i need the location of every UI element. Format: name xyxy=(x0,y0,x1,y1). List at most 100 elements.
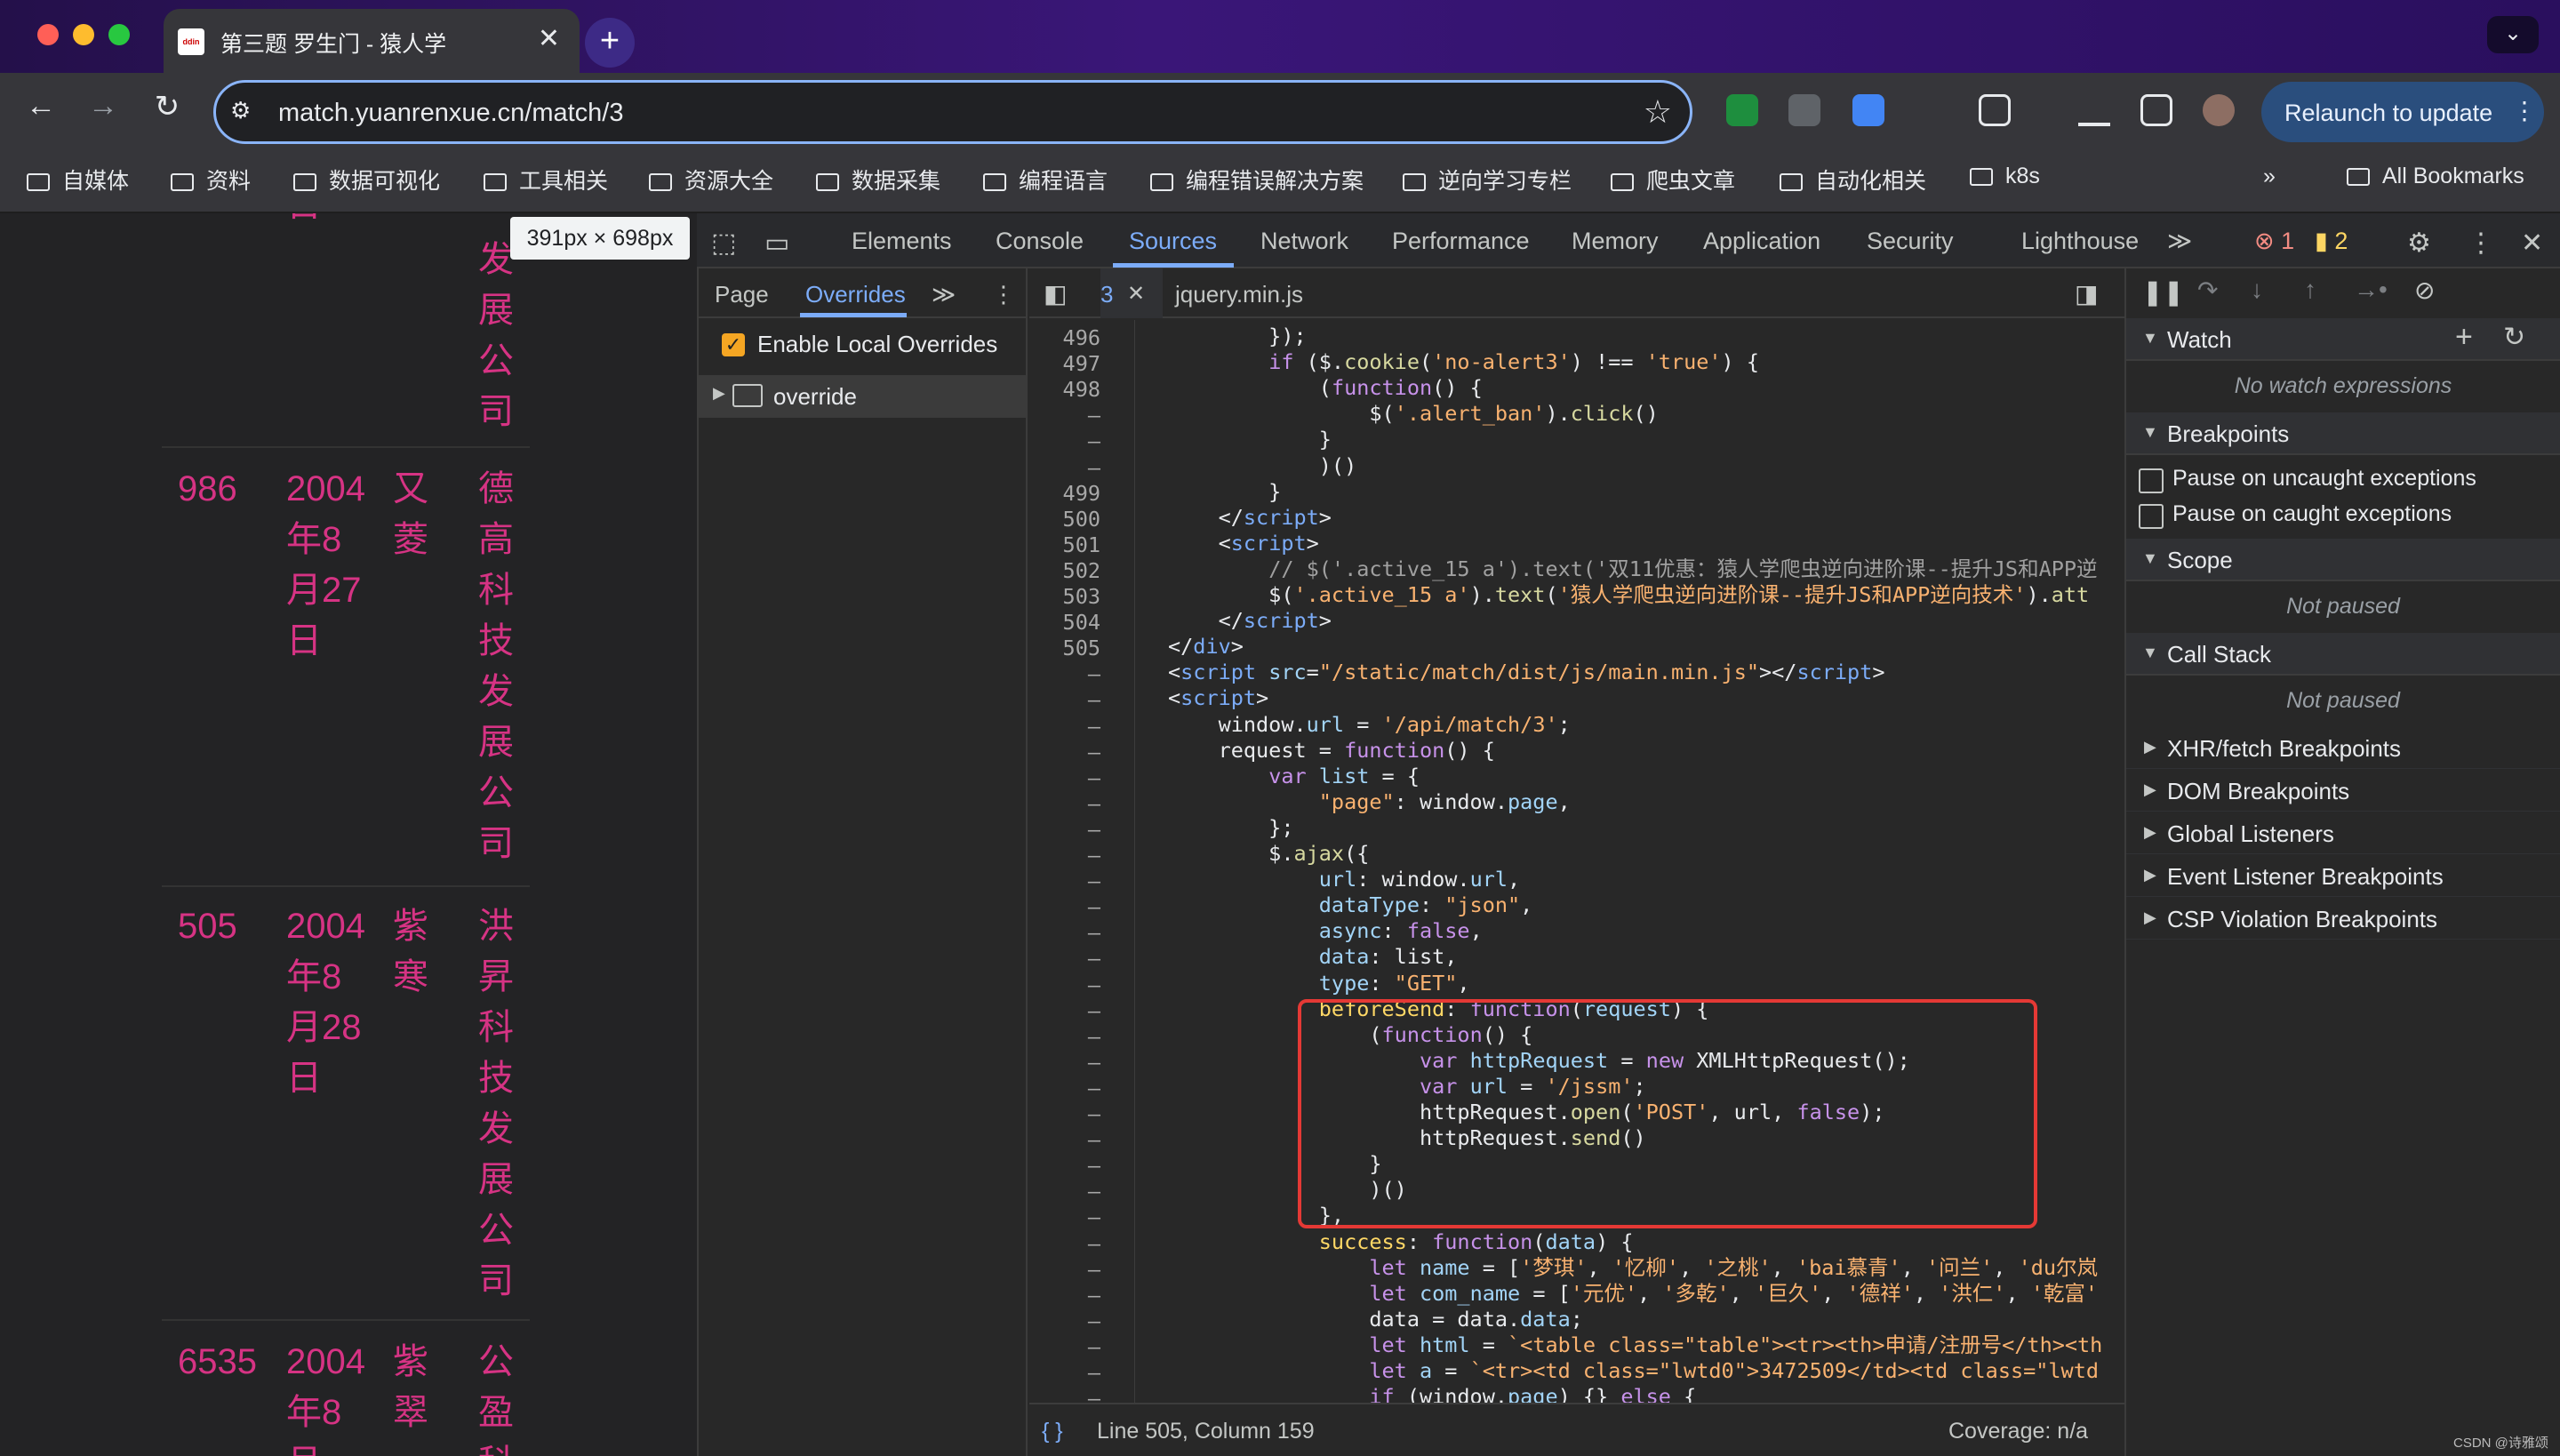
line-number[interactable]: – xyxy=(1029,1153,1100,1178)
add-watch-icon[interactable]: + xyxy=(2455,320,2473,355)
bookmark-folder[interactable]: 爬虫文章 xyxy=(1611,164,1735,196)
xhr-breakpoints-section[interactable]: ▶ XHR/fetch Breakpoints xyxy=(2126,727,2560,769)
reload-icon[interactable]: ↻ xyxy=(149,89,185,124)
browser-tab[interactable]: ddin 第三题 罗生门 - 猿人学 ✕ xyxy=(164,9,580,73)
global-listeners-section[interactable]: ▶ Global Listeners xyxy=(2126,812,2560,854)
url-text[interactable]: match.yuanrenxue.cn/match/3 xyxy=(278,99,623,128)
code-line[interactable]: } xyxy=(1168,427,1332,452)
editor-tab-jquery[interactable]: jquery.min.js xyxy=(1175,281,1303,308)
code-line[interactable]: if (window.page) {} else { xyxy=(1168,1384,1696,1403)
dom-breakpoints-section[interactable]: ▶ DOM Breakpoints xyxy=(2126,770,2560,812)
breakpoints-section-header[interactable]: ▼ Breakpoints xyxy=(2126,412,2560,455)
code-line[interactable]: let com_name = ['元优', '多乾', '巨久', '德祥', … xyxy=(1168,1281,2098,1307)
line-number[interactable]: – xyxy=(1029,1024,1100,1049)
devtools-menu-icon[interactable]: ⋮ xyxy=(2468,228,2494,259)
editor-tab-active[interactable]: 3 ✕ xyxy=(1100,268,1163,318)
enable-overrides-checkbox[interactable]: ✓ xyxy=(722,333,745,356)
line-number[interactable]: – xyxy=(1029,403,1100,428)
line-number[interactable]: – xyxy=(1029,791,1100,816)
pause-uncaught-checkbox[interactable] xyxy=(2139,468,2164,493)
code-line[interactable]: <script src="/static/match/dist/js/main.… xyxy=(1168,660,1885,685)
line-number[interactable]: 501 xyxy=(1029,532,1100,557)
watch-section-header[interactable]: ▼ Watch + ↻ xyxy=(2126,318,2560,361)
side-panel-icon[interactable] xyxy=(2140,94,2172,126)
line-number[interactable]: – xyxy=(1029,843,1100,868)
tab-application[interactable]: Application xyxy=(1703,228,1820,255)
line-number[interactable]: – xyxy=(1029,1334,1100,1359)
line-number[interactable]: – xyxy=(1029,1204,1100,1229)
relaunch-to-update-button[interactable]: Relaunch to update ⋮ xyxy=(2261,82,2544,142)
download-icon[interactable] xyxy=(2078,94,2110,126)
bookmark-folder[interactable]: 数据采集 xyxy=(816,164,940,196)
tab-elements[interactable]: Elements xyxy=(852,228,952,255)
tab-page[interactable]: Page xyxy=(715,281,769,308)
pause-icon[interactable]: ❚❚ xyxy=(2142,277,2184,307)
code-line[interactable]: let html = `<table class="table"><tr><th… xyxy=(1168,1332,2102,1358)
inspect-element-icon[interactable]: ⬚ xyxy=(711,228,736,259)
line-number[interactable]: – xyxy=(1029,740,1100,764)
line-number[interactable]: – xyxy=(1029,1101,1100,1126)
profile-avatar[interactable] xyxy=(2203,94,2235,126)
line-number[interactable]: – xyxy=(1029,998,1100,1023)
pause-caught-checkbox[interactable] xyxy=(2139,504,2164,529)
code-line[interactable]: </script> xyxy=(1168,608,1332,634)
line-number[interactable]: – xyxy=(1029,1386,1100,1403)
code-line[interactable]: // $('.active_15 a').text('双11优惠：猿人学爬虫逆向… xyxy=(1168,556,2097,582)
code-line[interactable]: url: window.url, xyxy=(1168,867,1520,892)
line-number[interactable]: – xyxy=(1029,1257,1100,1282)
bookmarks-overflow-button[interactable]: » xyxy=(2263,164,2276,189)
tab-search-button[interactable]: ⌄ xyxy=(2487,16,2539,53)
device-toolbar-icon[interactable]: ▭ xyxy=(764,228,789,259)
shield-extension-icon[interactable] xyxy=(1726,94,1758,126)
code-line[interactable]: data: list, xyxy=(1168,944,1458,970)
code-line[interactable]: success: function(data) { xyxy=(1168,1229,1634,1255)
more-vert-icon[interactable]: ⋮ xyxy=(2512,96,2537,125)
step-out-icon[interactable]: ↑ xyxy=(2304,276,2316,304)
line-number[interactable]: 505 xyxy=(1029,636,1100,660)
code-line[interactable]: $.ajax({ xyxy=(1168,841,1369,867)
bookmark-folder[interactable]: 编程错误解决方案 xyxy=(1150,164,1364,196)
bookmark-folder[interactable]: 数据可视化 xyxy=(293,164,440,196)
tab-performance[interactable]: Performance xyxy=(1392,228,1530,255)
code-line[interactable]: </script> xyxy=(1168,505,1332,531)
code-line[interactable]: type: "GET", xyxy=(1168,971,1470,996)
line-number[interactable]: – xyxy=(1029,972,1100,997)
toggle-debugger-icon[interactable]: ◨ xyxy=(2075,279,2098,308)
settings-gear-icon[interactable]: ⚙ xyxy=(2407,228,2431,259)
line-number[interactable]: – xyxy=(1029,868,1100,893)
line-number[interactable]: 504 xyxy=(1029,610,1100,635)
step-into-icon[interactable]: ↓ xyxy=(2251,276,2263,304)
minimize-window-button[interactable] xyxy=(73,24,94,45)
line-number[interactable]: – xyxy=(1029,661,1100,686)
code-line[interactable]: window.url = '/api/match/3'; xyxy=(1168,712,1571,738)
code-line[interactable]: </div> xyxy=(1168,634,1244,660)
line-number[interactable]: – xyxy=(1029,920,1100,945)
bookmark-star-icon[interactable]: ☆ xyxy=(1644,93,1672,131)
code-editor[interactable]: 496 497 498– – –499 500 501 502 503 504 505– – – – – – –… xyxy=(1029,320,2124,1403)
event-listener-breakpoints-section[interactable]: ▶ Event Listener Breakpoints xyxy=(2126,855,2560,897)
close-window-button[interactable] xyxy=(37,24,59,45)
new-tab-button[interactable]: + xyxy=(585,18,635,68)
scope-section-header[interactable]: ▼ Scope xyxy=(2126,539,2560,581)
bookmark-folder[interactable]: 自动化相关 xyxy=(1780,164,1926,196)
close-devtools-icon[interactable]: ✕ xyxy=(2521,228,2543,259)
refresh-watch-icon[interactable]: ↻ xyxy=(2503,322,2525,353)
code-line[interactable]: request = function() { xyxy=(1168,738,1495,764)
code-line[interactable]: (function() { xyxy=(1168,375,1483,401)
line-number[interactable]: – xyxy=(1029,765,1100,790)
expand-triangle-icon[interactable]: ▶ xyxy=(713,384,725,403)
deactivate-breakpoints-icon[interactable]: ⊘ xyxy=(2414,276,2435,305)
toggle-navigator-icon[interactable]: ◧ xyxy=(1044,279,1067,308)
warning-count-badge[interactable]: ▮ 2 xyxy=(2315,228,2348,255)
code-line[interactable]: if ($.cookie('no-alert3') !== 'true') { xyxy=(1168,349,1759,375)
navigator-menu-icon[interactable]: ⋮ xyxy=(992,281,1015,308)
line-number[interactable]: – xyxy=(1029,894,1100,919)
maximize-window-button[interactable] xyxy=(108,24,130,45)
address-bar[interactable]: ⚙ match.yuanrenxue.cn/match/3 ☆ xyxy=(213,80,1692,144)
navigator-more-icon[interactable]: ≫ xyxy=(932,281,956,308)
code-line[interactable]: <script> xyxy=(1168,685,1268,711)
line-number[interactable]: – xyxy=(1029,714,1100,739)
bookmark-folder[interactable]: 逆向学习专栏 xyxy=(1403,164,1572,196)
line-number[interactable]: 498 xyxy=(1029,377,1100,402)
code-line[interactable]: )() xyxy=(1168,453,1356,479)
